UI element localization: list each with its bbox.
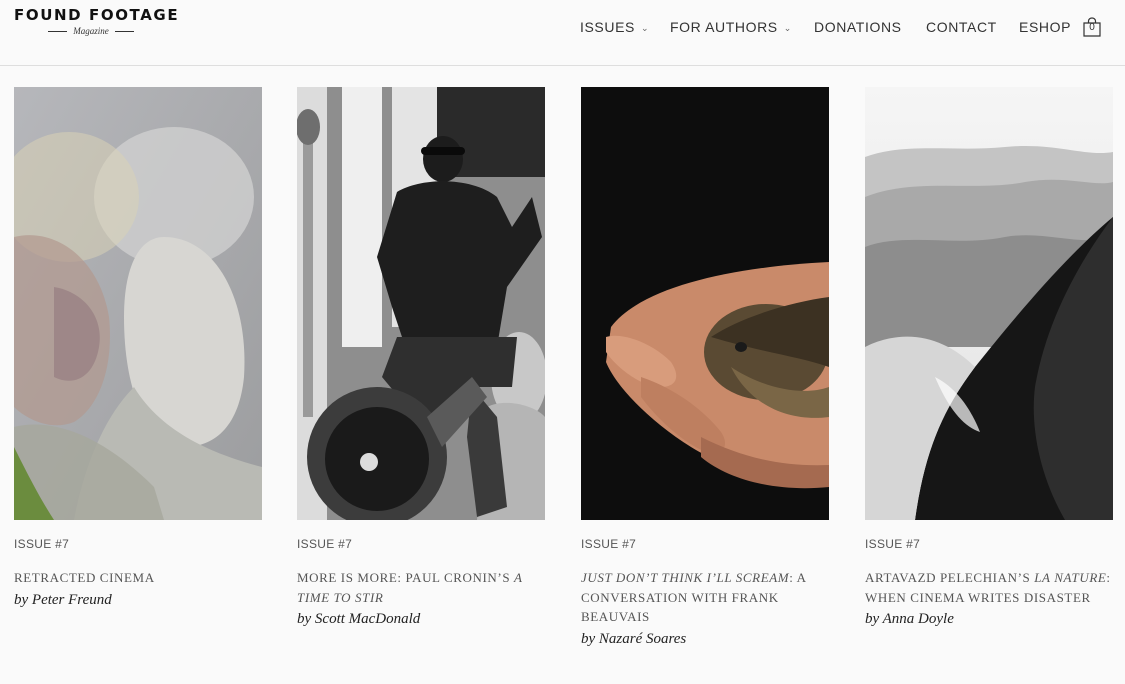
- nav-item-issues[interactable]: ISSUES ⌄: [580, 19, 649, 35]
- nav-item-for-authors[interactable]: FOR AUTHORS ⌄: [670, 19, 792, 35]
- nav-label: ESHOP: [1019, 19, 1072, 35]
- nav-label: CONTACT: [926, 19, 997, 35]
- article-title[interactable]: RETRACTED CINEMA: [14, 568, 262, 588]
- logo-rule-left: [48, 30, 68, 32]
- title-text: MORE IS MORE: PAUL CRONIN’S: [297, 570, 515, 585]
- article-image-bird-in-hand-photo[interactable]: [581, 87, 829, 520]
- issue-label: ISSUE #7: [865, 537, 921, 551]
- article-title[interactable]: JUST DON’T THINK I’LL SCREAM: A CONVERSA…: [581, 568, 829, 627]
- chevron-down-icon: ⌄: [783, 23, 792, 33]
- article-title[interactable]: ARTAVAZD PELECHIAN’S LA NATURE: WHEN CIN…: [865, 568, 1113, 607]
- chevron-down-icon: ⌄: [640, 23, 650, 33]
- article-image-protester-with-megaphone-photo[interactable]: [297, 87, 545, 520]
- logo-rule-right: [114, 30, 134, 32]
- article-author: by Peter Freund: [14, 591, 112, 608]
- site-logo[interactable]: FOUND FOOTAGE Magazine: [14, 6, 178, 36]
- article-card: ISSUE #7 MORE IS MORE: PAUL CRONIN’S A T…: [297, 87, 545, 628]
- article-image-desert-dunes-photo[interactable]: [865, 87, 1113, 520]
- nav-item-eshop[interactable]: ESHOP: [1019, 19, 1071, 35]
- title-text: RETRACTED CINEMA: [14, 570, 155, 585]
- article-card: ISSUE #7 JUST DON’T THINK I’LL SCREAM: A…: [581, 87, 829, 648]
- logo-title: FOUND FOOTAGE: [14, 6, 180, 24]
- article-title[interactable]: MORE IS MORE: PAUL CRONIN’S A TIME TO ST…: [297, 568, 545, 607]
- nav-label: ISSUES: [580, 19, 635, 35]
- nav-label: DONATIONS: [814, 19, 902, 35]
- article-author: by Scott MacDonald: [297, 611, 421, 627]
- logo-subtitle: Magazine: [73, 26, 109, 36]
- nav-item-donations[interactable]: DONATIONS: [814, 19, 902, 35]
- logo-subtitle-row: Magazine: [4, 26, 178, 36]
- article-card: ISSUE #7 RETRACTED CINEMA by Peter Freun…: [14, 87, 262, 609]
- issue-label: ISSUE #7: [581, 537, 637, 551]
- cart-count: 0: [1089, 22, 1095, 33]
- title-italic-text: LA NATURE: [1034, 570, 1107, 585]
- issue-label: ISSUE #7: [297, 537, 353, 551]
- nav-item-contact[interactable]: CONTACT: [926, 19, 997, 35]
- site-header: FOUND FOOTAGE Magazine ISSUES ⌄ FOR AUTHO…: [0, 0, 1125, 66]
- title-italic-text: JUST DON’T THINK I’LL SCREAM: [581, 570, 790, 585]
- article-author: by Anna Doyle: [865, 611, 954, 627]
- article-card: ISSUE #7 ARTAVAZD PELECHIAN’S LA NATURE:…: [865, 87, 1113, 628]
- title-text: ARTAVAZD PELECHIAN’S: [865, 570, 1035, 585]
- issue-label: ISSUE #7: [14, 537, 70, 551]
- article-author: by Nazaré Soares: [581, 630, 687, 647]
- article-image-double-exposure-portrait[interactable]: [14, 87, 262, 520]
- nav-label: FOR AUTHORS: [670, 19, 778, 35]
